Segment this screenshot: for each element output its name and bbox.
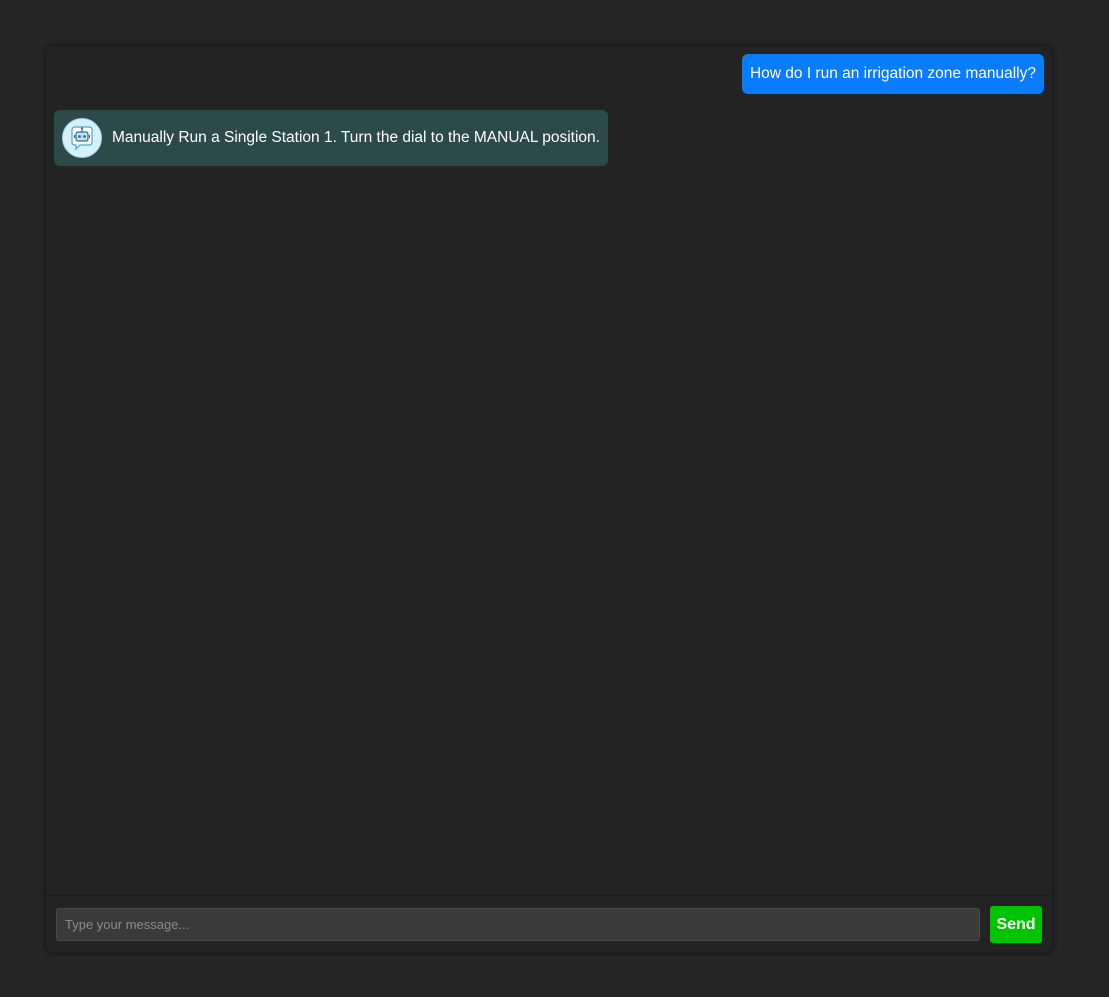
user-message-bubble: How do I run an irrigation zone manually… xyxy=(741,54,1044,94)
user-message-text: How do I run an irrigation zone manually… xyxy=(749,65,1036,82)
message-input[interactable] xyxy=(56,908,980,941)
message-list: How do I run an irrigation zone manually… xyxy=(46,46,1052,895)
robot-chat-icon xyxy=(62,118,102,158)
bot-message-bubble: Manually Run a Single Station 1. Turn th… xyxy=(54,110,608,166)
bot-message-text: Manually Run a Single Station 1. Turn th… xyxy=(112,129,600,146)
chat-window: How do I run an irrigation zone manually… xyxy=(45,45,1053,954)
send-button[interactable]: Send xyxy=(990,906,1042,943)
composer-bar: Send xyxy=(46,895,1052,953)
